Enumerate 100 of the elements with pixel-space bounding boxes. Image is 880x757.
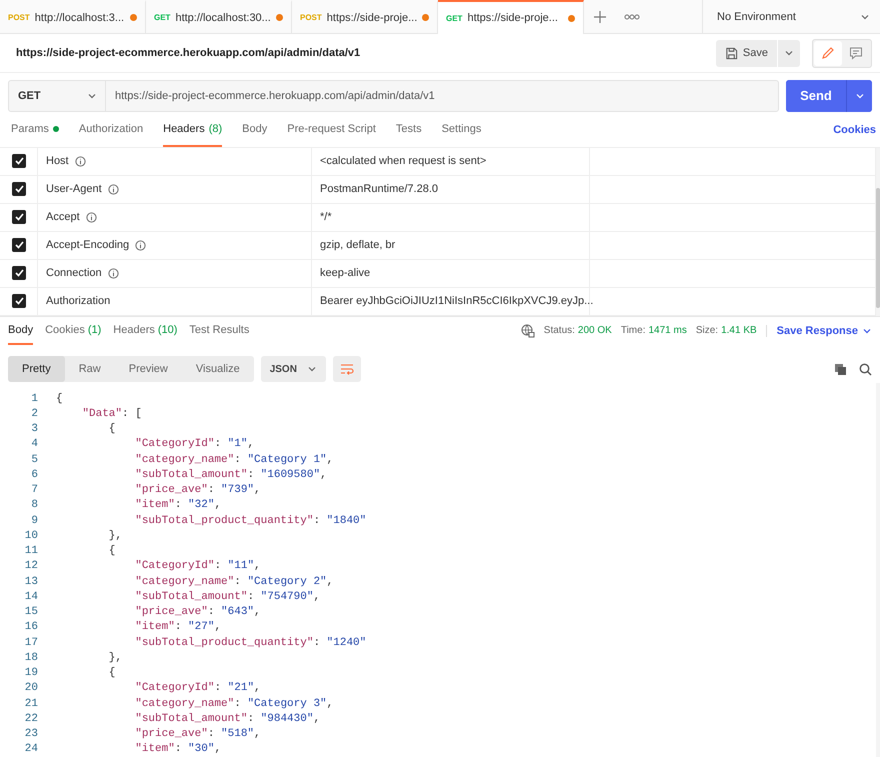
code-line: {	[108, 667, 116, 680]
line-number: 20	[24, 682, 38, 694]
method-label: GET	[154, 13, 170, 22]
header-key: User-Agent	[46, 183, 102, 196]
request-tab[interactable]: GET https://side-proje...	[438, 0, 584, 34]
line-number: 21	[24, 698, 38, 710]
request-option-tab[interactable]: Params	[11, 114, 59, 147]
line-number: 3	[30, 423, 38, 436]
line-number: 2	[30, 408, 38, 420]
view-mode-tab[interactable]: Visualize	[182, 356, 254, 382]
environment-select[interactable]: No Environment	[702, 0, 880, 34]
header-key: Connection	[46, 267, 102, 280]
status-label: Status:	[544, 325, 575, 336]
header-value: Bearer eyJhbGciOiJIUzI1NiIsInR5cCI6IkpXVCJ9.eyJp...	[320, 295, 594, 308]
send-options-button[interactable]	[846, 80, 872, 112]
line-number: 10	[24, 530, 38, 542]
wrap-button[interactable]	[332, 356, 361, 382]
save-icon	[724, 46, 738, 60]
code-line: "CategoryId": "11",	[134, 560, 261, 572]
line-number: 4	[30, 438, 38, 450]
status-value: 200 OK	[578, 325, 612, 336]
method-label: POST	[8, 13, 30, 22]
status-label: Time:	[620, 325, 646, 336]
response-tab[interactable]: Cookies (1)	[45, 316, 102, 346]
checkbox[interactable]	[12, 182, 26, 196]
line-number: 17	[24, 636, 38, 649]
tab-count: (10)	[158, 324, 178, 336]
code-line: "Data": [	[81, 408, 142, 420]
line-number: 14	[24, 590, 38, 603]
line-number: 18	[24, 652, 38, 664]
line-number: 5	[30, 454, 38, 466]
header-value: keep-alive	[320, 267, 370, 280]
tab-count: (8)	[208, 123, 222, 136]
checkmark-icon	[14, 185, 24, 194]
code-line: "category_name": "Category 2",	[134, 576, 334, 588]
checkbox[interactable]	[12, 210, 26, 224]
response-tab[interactable]: Headers (10)	[113, 316, 178, 346]
line-number: 6	[30, 468, 38, 481]
info-icon	[135, 240, 146, 251]
request-option-tab[interactable]: Settings	[442, 114, 482, 147]
view-mode-tab[interactable]: Preview	[114, 356, 182, 382]
request-option-tab[interactable]: Authorization	[78, 114, 144, 147]
line-number: 8	[30, 499, 38, 512]
tab-label: Body	[8, 324, 34, 336]
line-number: 22	[24, 712, 38, 725]
request-option-tab[interactable]: Tests	[396, 114, 422, 147]
cookies-link[interactable]: Cookies	[833, 124, 876, 136]
code-line: "category_name": "Category 1",	[134, 454, 334, 466]
code-line: "subTotal_amount": "1609580",	[134, 468, 327, 481]
search-icon[interactable]	[859, 362, 872, 376]
pencil-icon	[821, 46, 835, 60]
tab-label: Pre-request Script	[287, 123, 376, 136]
code-line: "price_ave": "739",	[134, 484, 261, 496]
code-line: "price_ave": "643",	[134, 606, 261, 618]
line-number: 19	[24, 667, 38, 680]
info-icon	[86, 212, 97, 223]
checkbox[interactable]	[12, 266, 26, 280]
header-value: */*	[320, 211, 332, 224]
tab-url: https://side-proje...	[467, 12, 559, 24]
code-line: "subTotal_amount": "984430",	[134, 712, 320, 725]
info-icon	[108, 184, 119, 195]
status-value: 1.41 KB	[721, 325, 757, 336]
copy-icon[interactable]	[834, 362, 847, 376]
globe-lock-icon	[520, 324, 535, 338]
code-line: "item": "30",	[134, 743, 222, 756]
line-number: 24	[24, 743, 38, 756]
tab-label: Authorization	[78, 123, 144, 136]
line-number: 13	[24, 576, 38, 588]
info-icon	[108, 268, 119, 279]
response-tab[interactable]: Body	[8, 316, 34, 346]
edit-button[interactable]	[814, 40, 842, 66]
save-response-button[interactable]: Save Response	[766, 324, 872, 337]
header-value: <calculated when request is sent>	[320, 155, 486, 168]
tab-url: http://localhost:3...	[34, 12, 125, 24]
checkbox[interactable]	[12, 294, 26, 308]
save-button[interactable]: Save	[716, 40, 777, 67]
tab-count: (1)	[88, 324, 102, 336]
checkbox[interactable]	[12, 238, 26, 252]
code-line: "item": "27",	[134, 621, 222, 634]
scrollbar-thumb[interactable]	[876, 188, 880, 308]
code-line: "subTotal_product_quantity": "1840"	[134, 514, 366, 527]
view-mode-tab[interactable]: Raw	[64, 356, 115, 382]
tab-label: Headers	[163, 123, 205, 136]
view-mode-tab[interactable]: Pretty	[8, 356, 65, 382]
code-line: "CategoryId": "1",	[134, 438, 254, 450]
format-select[interactable]: JSON	[260, 356, 326, 382]
code-line: "category_name": "Category 3",	[134, 698, 334, 710]
tab-label: Settings	[442, 123, 482, 136]
info-icon	[74, 156, 86, 167]
request-option-tab[interactable]: Body	[242, 114, 268, 147]
checkmark-icon	[14, 213, 24, 222]
request-option-tab[interactable]: Pre-request Script	[287, 114, 376, 147]
code-line: "CategoryId": "21",	[134, 682, 261, 694]
request-option-tab[interactable]: Headers (8)	[163, 114, 222, 147]
line-number: 1	[30, 392, 38, 405]
response-tab[interactable]: Test Results	[189, 316, 250, 346]
comment-icon	[849, 46, 863, 60]
checkbox[interactable]	[12, 154, 26, 168]
tab-label: Body	[242, 123, 268, 136]
line-number: 16	[24, 621, 38, 634]
